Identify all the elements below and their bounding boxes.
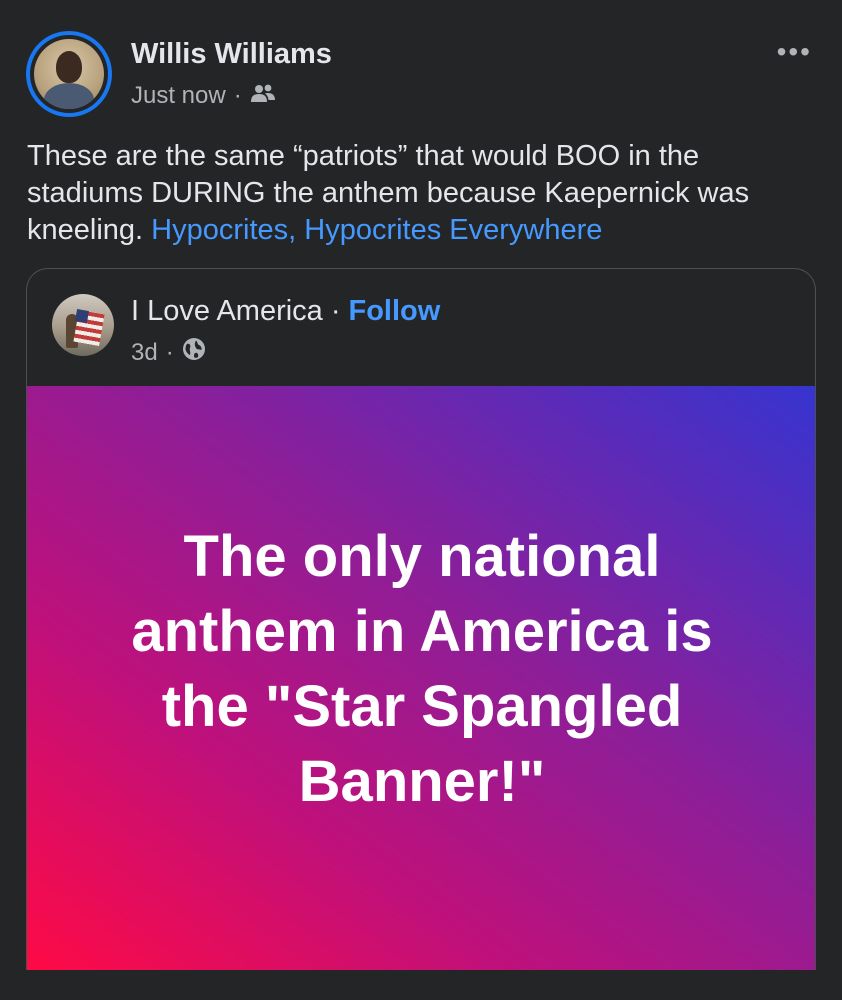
avatar-image (34, 39, 104, 109)
shared-meta-separator: · (165, 338, 174, 366)
title-separator: · (330, 295, 341, 327)
author-name[interactable]: Willis Williams (131, 38, 332, 71)
page-name[interactable]: I Love America (131, 295, 323, 328)
meta-separator: · (233, 82, 242, 109)
shared-post[interactable]: I Love America · Follow 3d · The only na… (26, 268, 816, 970)
text-banner[interactable]: The only national anthem in America is t… (27, 386, 815, 970)
post-meta: Just now · (131, 82, 276, 110)
follow-button[interactable]: Follow (349, 295, 441, 328)
friends-icon[interactable] (250, 82, 276, 110)
shared-header: I Love America · Follow 3d · (27, 269, 815, 386)
avatar-head (56, 51, 82, 83)
shared-time[interactable]: 3d (131, 339, 158, 367)
globe-icon[interactable] (182, 337, 206, 368)
feed-post: Willis Williams Just now · ••• These are… (0, 0, 842, 1000)
post-link[interactable]: Hypocrites, Hypocrites Everywhere (151, 214, 602, 246)
flag-canton (75, 309, 89, 323)
post-text: These are the same “patriots” that would… (27, 138, 817, 249)
author-avatar[interactable] (26, 31, 112, 117)
avatar-body (44, 83, 94, 109)
page-avatar[interactable] (52, 294, 114, 356)
more-options-button[interactable]: ••• (777, 38, 812, 66)
post-time[interactable]: Just now (131, 82, 226, 110)
shared-meta: 3d · (131, 337, 206, 368)
shared-title: I Love America · Follow (131, 295, 440, 328)
banner-text: The only national anthem in America is t… (131, 523, 713, 814)
